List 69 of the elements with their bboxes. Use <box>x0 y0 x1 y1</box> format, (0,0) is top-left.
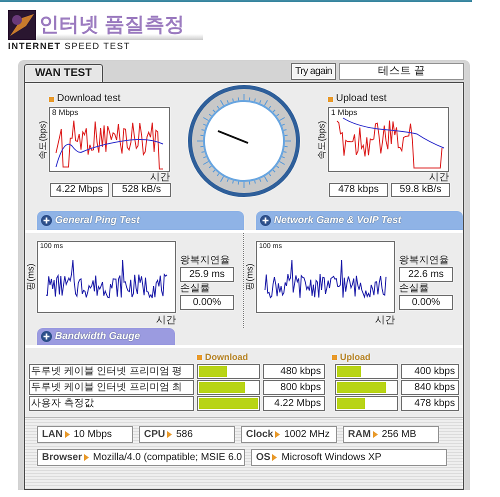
axis-label: 핑(ms) <box>26 264 36 290</box>
axis-label: 시간 <box>375 315 395 327</box>
info-label: Browser <box>42 451 82 465</box>
bandwidth-value: 478 kbps <box>401 396 459 411</box>
app-title: 인터넷 품질측정 <box>39 15 185 35</box>
loss-field: 0.00% <box>180 295 234 310</box>
axis-label: 핑(ms) <box>246 264 254 290</box>
tab[interactable]: WAN TEST <box>24 64 103 82</box>
arrow-icon <box>64 431 70 438</box>
reading-field: 59.8 kB/s <box>391 183 450 197</box>
bullet-icon <box>328 96 333 102</box>
reading-field: 4.22 Mbps <box>50 183 109 197</box>
try-again-button[interactable]: Try again <box>291 63 336 80</box>
info-label: Clock <box>246 428 274 442</box>
section-title: Bandwidth Gauge <box>55 330 140 344</box>
bullet-icon <box>49 96 54 102</box>
reading-field: 528 kB/s <box>112 183 171 197</box>
info-value: 1002 MHz <box>284 428 330 442</box>
section-title: General Ping Test <box>55 214 140 228</box>
bandwidth-value: 4.22 Mbps <box>263 396 325 411</box>
scale-label: 8 Mbps <box>52 109 78 117</box>
field-label: 손실률 <box>399 283 430 295</box>
info-value: 10 Mbps <box>74 428 112 442</box>
info-value: Microsoft Windows XP <box>281 451 382 465</box>
logo-icon <box>8 10 36 40</box>
info-label: OS <box>256 451 270 465</box>
section-title: Download test <box>57 93 120 105</box>
axis-label: 속도(bps) <box>318 120 326 159</box>
section-title: Upload test <box>336 93 387 105</box>
column-header: Download <box>205 352 248 363</box>
info-value: Mozilla/4.0 (compatible; MSIE 6.0 <box>93 451 242 465</box>
field-label: 왕복지연율 <box>399 255 450 267</box>
arrow-icon <box>275 431 280 438</box>
bandwidth-value: 800 kbps <box>263 380 325 395</box>
status-field: 테스트 끝 <box>339 63 464 80</box>
row-label: 두루넷 케이블 인터넷 프리미엄 평 <box>29 364 194 379</box>
plus-icon <box>41 331 52 342</box>
bandwidth-value: 480 kbps <box>263 364 325 379</box>
axis-label: 시간 <box>156 315 176 327</box>
arrow-icon <box>272 454 278 461</box>
bullet-icon <box>197 355 202 360</box>
column-header: Upload <box>340 352 370 363</box>
reading-field: 478 kbps <box>329 183 388 197</box>
loss-field: 0.00% <box>399 295 453 310</box>
info-label: RAM <box>348 428 371 442</box>
arrow-icon <box>167 431 172 438</box>
plus-icon <box>41 215 52 226</box>
bandwidth-value: 840 kbps <box>401 380 459 395</box>
info-value: 256 MB <box>382 428 416 442</box>
bandwidth-value: 400 kbps <box>401 364 459 379</box>
info-label: CPU <box>144 428 166 442</box>
info-value: 586 <box>176 428 193 442</box>
latency-field: 25.9 ms <box>180 267 234 282</box>
scale-label: 1 Mbps <box>331 109 358 117</box>
field-label: 왕복지연율 <box>180 255 231 267</box>
arrow-icon <box>84 454 90 461</box>
axis-label: 시간 <box>429 172 449 183</box>
info-label: LAN <box>42 428 63 442</box>
latency-field: 22.6 ms <box>399 267 453 282</box>
field-label: 손실률 <box>180 283 211 295</box>
row-label: 사용자 측정값 <box>29 396 194 411</box>
axis-label: 시간 <box>150 172 170 183</box>
arrow-icon <box>372 431 378 438</box>
axis-label: 속도(bps) <box>38 120 48 159</box>
row-label: 두루넷 케이블 인터넷 프리미엄 최 <box>29 380 194 395</box>
app-subtitle: INTERNET SPEED TEST <box>8 40 132 52</box>
plus-icon <box>260 215 271 226</box>
section-title: Network Game & VoIP Test <box>274 214 402 228</box>
bullet-icon <box>332 355 337 360</box>
